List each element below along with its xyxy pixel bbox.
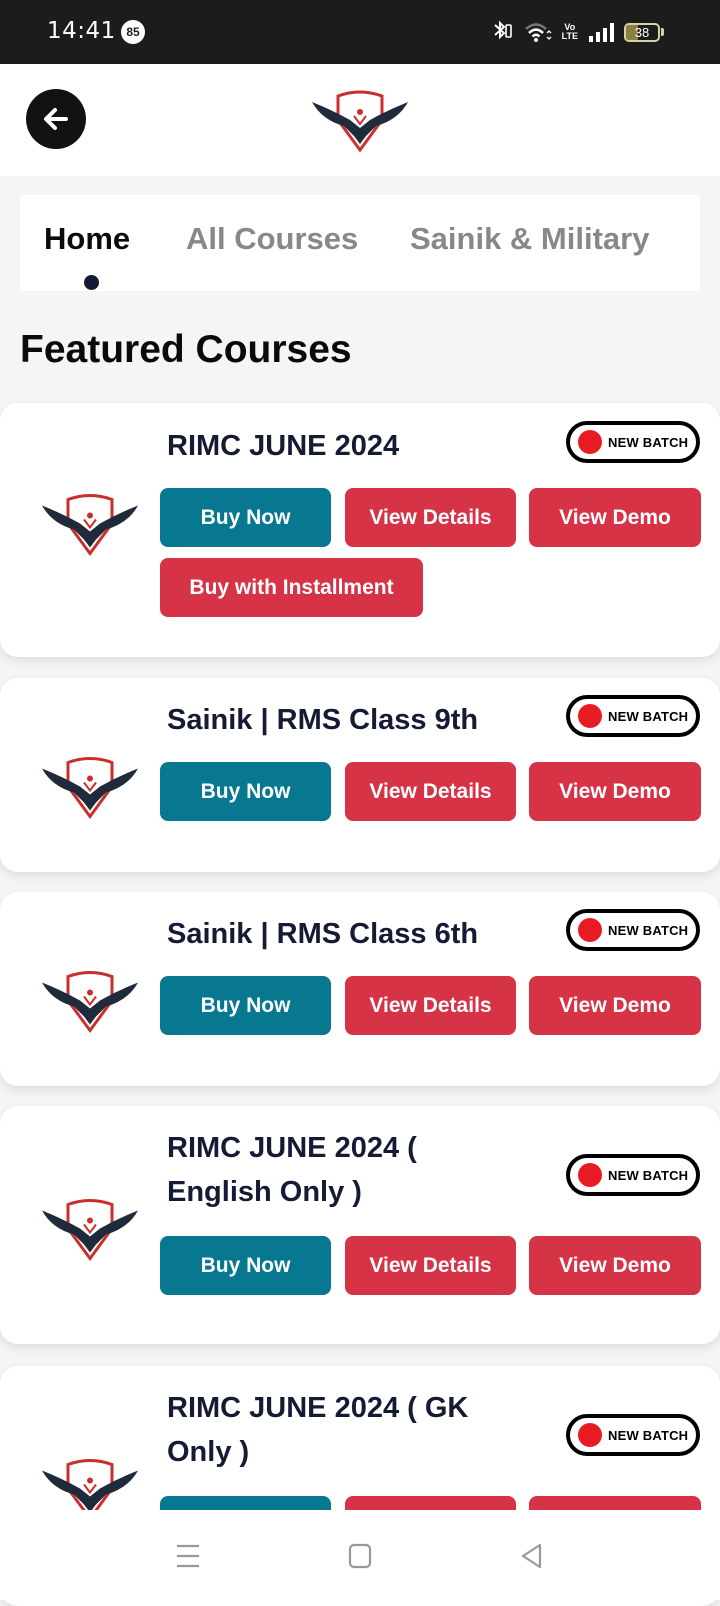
home-button[interactable] [342, 1538, 378, 1574]
course-card: RIMC JUNE 2024 ( English Only ) NEW BATC… [0, 1106, 720, 1344]
badge-label: NEW BATCH [608, 1167, 689, 1183]
new-batch-badge: NEW BATCH [566, 909, 700, 951]
live-dot-icon [578, 1163, 602, 1187]
volte-bottom-label: LTE [561, 31, 578, 41]
live-dot-icon [578, 430, 602, 454]
badge-label: NEW BATCH [608, 708, 689, 724]
section-title: Featured Courses [20, 328, 352, 371]
view-demo-button[interactable]: View Demo [529, 488, 701, 547]
view-demo-button[interactable]: View Demo [529, 762, 701, 821]
course-title: Sainik | RMS Class 9th [167, 704, 479, 736]
back-button[interactable] [26, 89, 86, 149]
view-details-button[interactable]: View Details [345, 1236, 516, 1295]
signal-icon [588, 21, 614, 43]
notification-count-badge: 85 [121, 20, 145, 44]
course-logo [42, 971, 138, 1034]
battery-icon: 38 [624, 22, 660, 42]
view-details-button[interactable]: View Details [345, 976, 516, 1035]
tab-all-courses[interactable]: All Courses [186, 221, 358, 257]
course-card: Sainik | RMS Class 9th NEW BATCH Buy Now… [0, 678, 720, 872]
new-batch-badge: NEW BATCH [566, 695, 700, 737]
course-logo [42, 757, 138, 820]
live-dot-icon [578, 704, 602, 728]
volte-icon: Vo LTE [562, 23, 578, 41]
view-demo-button[interactable]: View Demo [529, 976, 701, 1035]
brand-logo [312, 90, 408, 153]
back-nav-button[interactable] [514, 1538, 550, 1574]
course-title: Sainik | RMS Class 6th [167, 918, 479, 950]
course-logo [42, 1199, 138, 1262]
active-tab-indicator [84, 275, 99, 290]
home-icon [348, 1543, 372, 1569]
status-time: 14:41 [47, 18, 116, 44]
battery-cap [661, 28, 664, 36]
course-logo [42, 494, 138, 557]
arrow-left-icon [44, 108, 68, 130]
live-dot-icon [578, 1423, 602, 1447]
menu-icon [177, 1544, 199, 1568]
recent-apps-button[interactable] [170, 1538, 206, 1574]
course-card: Sainik | RMS Class 6th NEW BATCH Buy Now… [0, 892, 720, 1086]
course-title: RIMC JUNE 2024 ( English Only ) [167, 1132, 417, 1208]
system-nav-bar [0, 1510, 720, 1600]
view-details-button[interactable]: View Details [345, 488, 516, 547]
course-card: RIMC JUNE 2024 NEW BATCH Buy Now View De… [0, 403, 720, 657]
new-batch-badge: NEW BATCH [566, 421, 700, 463]
course-title: RIMC JUNE 2024 ( GK Only ) [167, 1392, 469, 1468]
view-details-button[interactable]: View Details [345, 762, 516, 821]
view-demo-button[interactable]: View Demo [529, 1236, 701, 1295]
badge-label: NEW BATCH [608, 922, 689, 938]
buy-now-button[interactable]: Buy Now [160, 1236, 331, 1295]
app-header [0, 64, 720, 176]
status-icons: Vo LTE 38 [492, 18, 664, 46]
new-batch-badge: NEW BATCH [566, 1414, 700, 1456]
tab-home[interactable]: Home [44, 221, 130, 257]
buy-now-button[interactable]: Buy Now [160, 976, 331, 1035]
category-tabs: Home All Courses Sainik & Military [20, 195, 700, 291]
new-batch-badge: NEW BATCH [566, 1154, 700, 1196]
live-dot-icon [578, 918, 602, 942]
wifi-icon [524, 21, 552, 43]
back-triangle-icon [521, 1543, 542, 1569]
buy-now-button[interactable]: Buy Now [160, 762, 331, 821]
bluetooth-icon [492, 19, 514, 46]
badge-label: NEW BATCH [608, 434, 689, 450]
battery-level: 38 [634, 24, 650, 40]
buy-now-button[interactable]: Buy Now [160, 488, 331, 547]
course-title: RIMC JUNE 2024 [167, 430, 400, 462]
badge-label: NEW BATCH [608, 1427, 689, 1443]
status-bar: 14:41 85 Vo LTE 38 [0, 0, 720, 64]
buy-with-installment-button[interactable]: Buy with Installment [160, 558, 423, 617]
tab-sainik-military[interactable]: Sainik & Military [410, 221, 649, 257]
